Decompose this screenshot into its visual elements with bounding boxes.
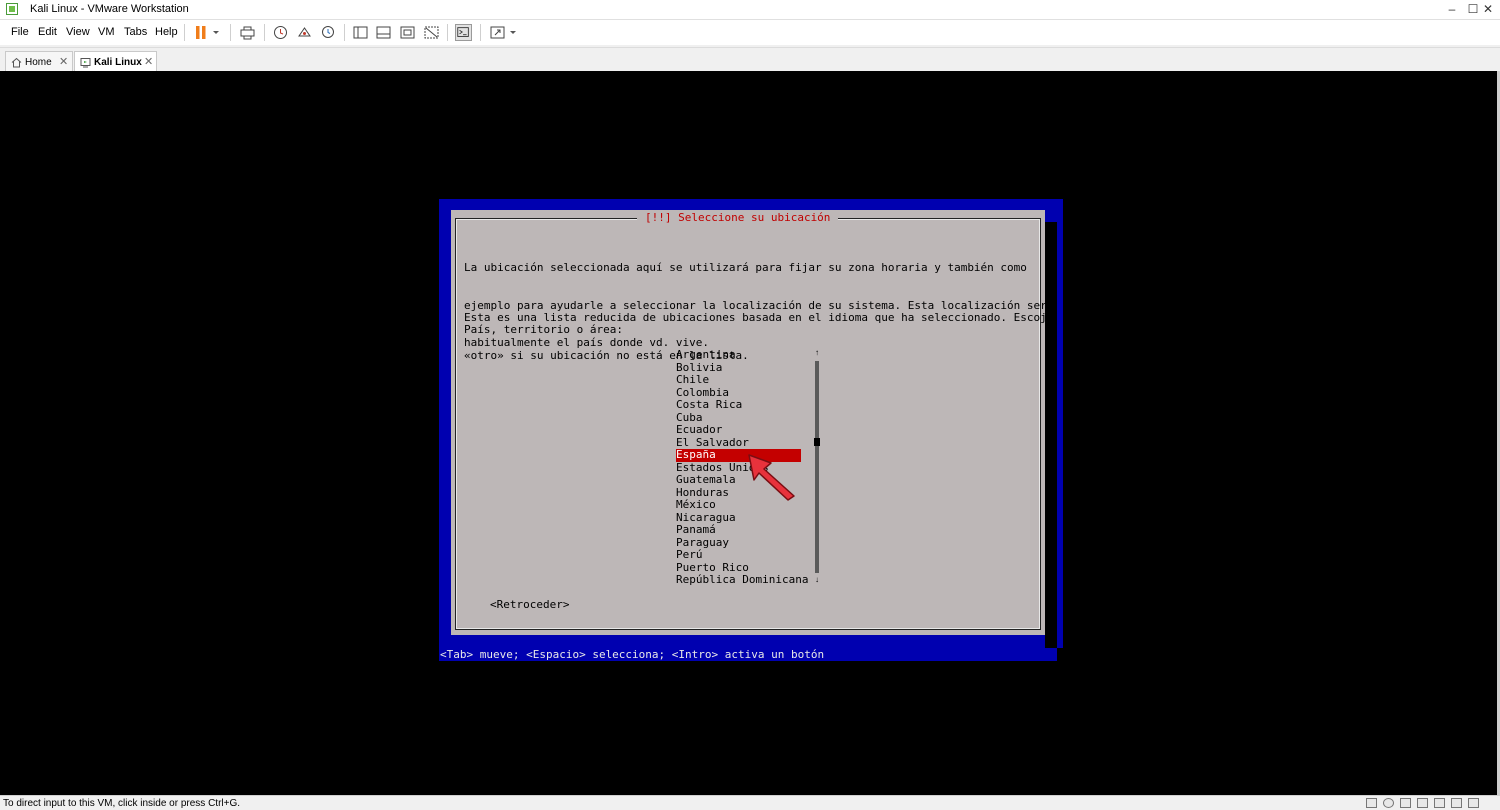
menu-help[interactable]: Help xyxy=(155,26,178,38)
message-log-icon[interactable] xyxy=(1468,798,1479,808)
display-icon[interactable] xyxy=(1451,798,1462,808)
menu-file[interactable]: File xyxy=(11,26,29,38)
toolbar-separator xyxy=(480,24,481,41)
location-dialog: [!!] Seleccione su ubicación La ubicació… xyxy=(451,210,1053,635)
country-option[interactable]: República Dominicana xyxy=(676,573,808,587)
pointer-arrow-icon xyxy=(748,454,795,501)
menu-vm[interactable]: VM xyxy=(98,26,115,38)
minimize-button[interactable]: ‒ xyxy=(1441,0,1463,19)
status-message: To direct input to this VM, click inside… xyxy=(3,798,241,809)
full-screen-icon[interactable] xyxy=(399,24,416,41)
snapshot-icon[interactable] xyxy=(272,24,289,41)
menu-view[interactable]: View xyxy=(66,26,90,38)
dialog-title: [!!] Seleccione su ubicación xyxy=(637,210,839,225)
country-option[interactable]: Ecuador xyxy=(676,423,801,437)
menu-toolbar: File Edit View VM Tabs Help xyxy=(0,20,1500,45)
scroll-thumb[interactable] xyxy=(814,438,820,446)
sound-card-icon[interactable] xyxy=(1434,798,1445,808)
close-tab-icon[interactable]: ✕ xyxy=(144,55,153,68)
scroll-down-arrow-icon[interactable]: ↓ xyxy=(814,576,820,584)
stretch-guest-icon[interactable] xyxy=(489,24,506,41)
hard-disk-icon[interactable] xyxy=(1366,798,1377,808)
list-scrollbar[interactable]: ↑ ↓ xyxy=(814,349,820,586)
vm-icon xyxy=(80,58,91,68)
tab-label: Kali Linux xyxy=(94,57,142,68)
tab-kali-linux[interactable]: Kali Linux ✕ xyxy=(74,51,157,72)
country-option[interactable]: Perú xyxy=(676,548,801,562)
country-option[interactable]: Argentina xyxy=(676,348,801,362)
toolbar-separator xyxy=(230,24,231,41)
window-titlebar: Kali Linux - VMware Workstation ‒ ☐ ✕ xyxy=(0,0,1500,20)
tab-home[interactable]: Home ✕ xyxy=(5,51,73,72)
keyboard-help-text: <Tab> mueve; <Espacio> selecciona; <Intr… xyxy=(440,648,825,661)
usb-device-icon[interactable] xyxy=(1417,798,1428,808)
tab-bar: Home ✕ Kali Linux ✕ xyxy=(0,47,1500,72)
country-option[interactable]: Costa Rica xyxy=(676,398,801,412)
scroll-track[interactable] xyxy=(815,361,819,573)
power-dropdown-icon[interactable] xyxy=(210,24,222,41)
vmware-logo-icon xyxy=(6,3,18,15)
cd-rom-icon[interactable] xyxy=(1383,798,1394,808)
menu-edit[interactable]: Edit xyxy=(38,26,57,38)
country-prompt: País, territorio o área: xyxy=(464,323,623,336)
status-bar: To direct input to this VM, click inside… xyxy=(0,795,1500,810)
show-library-icon[interactable] xyxy=(352,24,369,41)
toolbar-separator xyxy=(184,24,185,41)
stretch-dropdown-icon[interactable] xyxy=(507,24,519,41)
thumbnail-bar-icon[interactable] xyxy=(375,24,392,41)
close-button[interactable]: ✕ xyxy=(1477,0,1499,19)
toolbar-separator xyxy=(447,24,448,41)
console-view-icon[interactable] xyxy=(455,24,472,41)
unity-mode-icon[interactable] xyxy=(423,24,440,41)
window-title: Kali Linux - VMware Workstation xyxy=(30,3,189,15)
snapshot-manager-icon[interactable] xyxy=(320,24,337,41)
menu-tabs[interactable]: Tabs xyxy=(124,26,147,38)
description-line: La ubicación seleccionada aquí se utiliz… xyxy=(464,261,1027,274)
back-button[interactable]: <Retroceder> xyxy=(490,598,569,612)
suspend-icon[interactable] xyxy=(193,24,210,41)
country-option[interactable]: Panamá xyxy=(676,523,801,537)
network-adapter-icon[interactable] xyxy=(1400,798,1411,808)
toolbar-separator xyxy=(264,24,265,41)
country-option[interactable]: Chile xyxy=(676,373,801,387)
close-tab-icon[interactable]: ✕ xyxy=(59,55,68,68)
toolbar-separator xyxy=(344,24,345,41)
home-icon xyxy=(11,57,22,68)
send-ctrl-alt-del-icon[interactable] xyxy=(239,24,256,41)
tab-label: Home xyxy=(25,57,52,68)
scroll-up-arrow-icon[interactable]: ↑ xyxy=(814,349,820,357)
revert-snapshot-icon[interactable] xyxy=(296,24,313,41)
